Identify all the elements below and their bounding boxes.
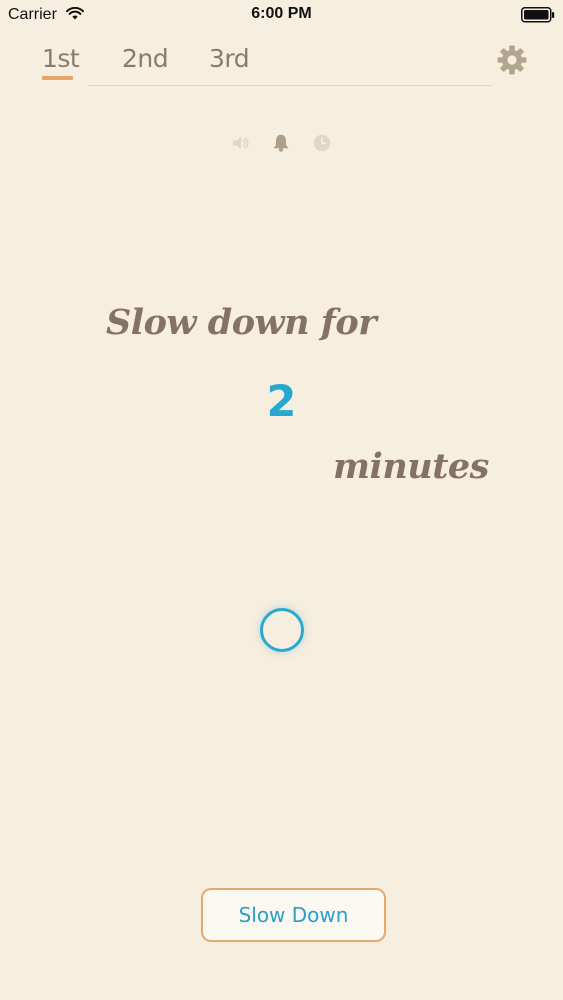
settings-button[interactable] [496,44,528,76]
tab-2nd[interactable]: 2nd [122,44,169,73]
tab-divider [88,85,492,86]
slow-down-button[interactable]: Slow Down [201,888,386,942]
tab-1st[interactable]: 1st [42,44,80,73]
status-time: 6:00 PM [251,5,312,22]
gear-icon [497,45,527,75]
selected-tab-indicator [42,76,73,80]
status-bar: Carrier 6:00 PM [0,0,563,30]
timer-ring[interactable] [260,608,304,652]
bell-icon[interactable] [271,133,291,153]
tab-3rd[interactable]: 3rd [209,44,250,73]
speaker-icon[interactable] [231,133,251,153]
duration-value: 2 [266,377,297,427]
clock-icon[interactable] [312,133,332,153]
battery-icon [521,7,555,27]
message-prefix: Slow down for [106,302,377,343]
message-suffix: minutes [333,446,489,487]
